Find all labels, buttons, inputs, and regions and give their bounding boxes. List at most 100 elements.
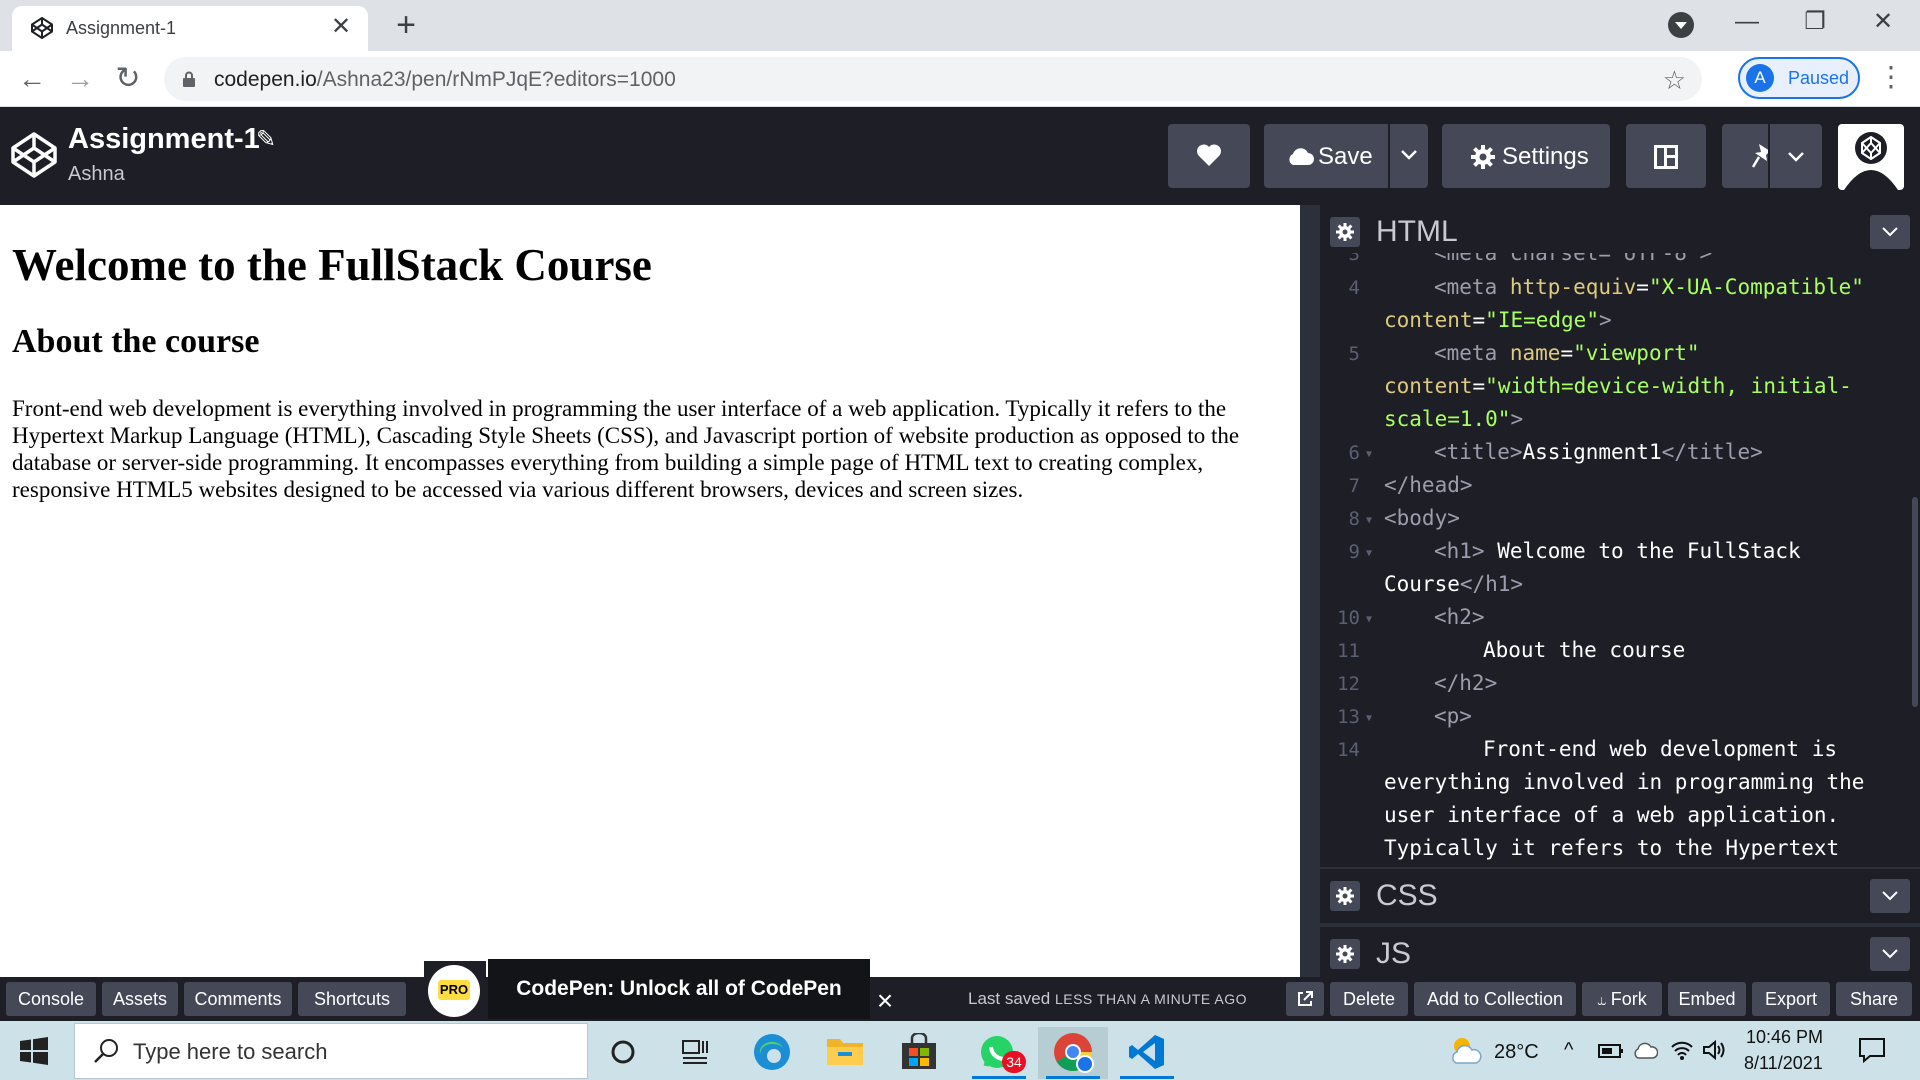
restore-icon[interactable]: ❐ (1782, 0, 1848, 46)
html-code-editor[interactable]: 3 <meta charset="UTF-8"> 4 <meta http-eq… (1320, 253, 1920, 867)
profile-button[interactable]: A Paused (1738, 57, 1860, 99)
comments-button[interactable]: Comments (184, 982, 292, 1016)
share-button[interactable]: Share (1836, 982, 1912, 1016)
browser-tab[interactable]: Assignment-1 ✕ (12, 6, 368, 51)
add-to-collection-button[interactable]: Add to Collection (1414, 982, 1576, 1016)
save-options-button[interactable] (1390, 124, 1428, 188)
html-collapse-button[interactable] (1870, 215, 1910, 249)
tab-search-icon[interactable] (1668, 12, 1694, 38)
fold-arrow-icon[interactable]: ▼ (1366, 614, 1372, 625)
save-button[interactable]: Save (1264, 124, 1388, 188)
new-tab-icon[interactable]: + (388, 8, 424, 44)
delete-button[interactable]: Delete (1330, 982, 1408, 1016)
js-settings-button[interactable] (1330, 939, 1360, 969)
file-explorer-icon[interactable] (810, 1027, 880, 1079)
microsoft-store-icon[interactable] (884, 1027, 954, 1079)
codepen-avatar-icon (1844, 132, 1898, 190)
close-window-icon[interactable]: ✕ (1850, 0, 1916, 46)
code-line: content="width=device-width, initial- (1384, 374, 1852, 398)
last-saved-status: Last saved LESS THAN A MINUTE AGO (968, 989, 1247, 1008)
open-external-button[interactable] (1286, 982, 1324, 1016)
code-line: <body> (1384, 506, 1460, 530)
search-placeholder: Type here to search (133, 1039, 328, 1064)
reload-icon[interactable]: ↻ (108, 59, 148, 99)
clock-date[interactable]: 8/11/2021 (1744, 1053, 1823, 1074)
console-button[interactable]: Console (6, 982, 96, 1016)
change-view-button[interactable] (1626, 124, 1706, 188)
vscode-icon[interactable] (1112, 1027, 1182, 1079)
css-settings-button[interactable] (1330, 881, 1360, 911)
minimize-icon[interactable]: — (1714, 0, 1780, 46)
taskbar-search-box[interactable]: Type here to search (74, 1023, 588, 1079)
pro-badge[interactable]: PRO (424, 961, 486, 1021)
codepen-logo-icon[interactable] (10, 131, 58, 179)
chevron-down-icon (1788, 152, 1804, 162)
editor-scrollbar[interactable] (1912, 497, 1918, 707)
tab-close-icon[interactable]: ✕ (326, 12, 356, 42)
layout-icon (1654, 145, 1678, 169)
codepen-header: Assignment-1 ✎ Ashna Save Settings (0, 107, 1920, 205)
onedrive-cloud-icon[interactable] (1632, 1041, 1658, 1059)
js-collapse-button[interactable] (1870, 937, 1910, 971)
task-view-icon[interactable] (660, 1027, 730, 1079)
user-avatar[interactable] (1838, 124, 1904, 190)
promo-close-icon[interactable]: × (870, 977, 900, 1021)
edge-browser-icon[interactable] (736, 1027, 806, 1079)
gear-icon (1336, 945, 1354, 963)
edit-pencil-icon[interactable]: ✎ (256, 125, 276, 154)
cortana-icon[interactable] (588, 1027, 658, 1079)
volume-icon[interactable] (1702, 1039, 1726, 1061)
temperature[interactable]: 28°C (1494, 1041, 1539, 1064)
cloud-icon (1289, 148, 1314, 165)
code-line: Course</h1> (1384, 572, 1524, 596)
html-editor-header[interactable]: HTML (1320, 205, 1920, 259)
code-line: About the course (1483, 638, 1686, 662)
pen-author[interactable]: Ashna (68, 163, 125, 186)
css-editor-header[interactable]: CSS (1320, 869, 1920, 923)
wifi-icon[interactable] (1670, 1039, 1694, 1061)
pin-options-button[interactable] (1768, 124, 1822, 188)
export-button[interactable]: Export (1752, 982, 1830, 1016)
bookmark-star-icon[interactable]: ☆ (1663, 65, 1686, 96)
shortcuts-button[interactable]: Shortcuts (298, 982, 406, 1016)
profile-avatar: A (1746, 64, 1774, 92)
fold-arrow-icon[interactable]: ▼ (1366, 548, 1372, 559)
fork-label: Fork (1610, 989, 1647, 1009)
promo-banner[interactable]: CodePen: Unlock all of CodePen (488, 959, 870, 1019)
lock-icon (183, 71, 195, 87)
forward-icon[interactable]: → (60, 59, 100, 99)
whatsapp-icon[interactable]: 34 (964, 1027, 1034, 1079)
url-text: codepen.io/Ashna23/pen/rNmPJqE?editors=1… (214, 68, 676, 91)
embed-button[interactable]: Embed (1668, 982, 1746, 1016)
fork-button[interactable]: ⥿ Fork (1582, 982, 1662, 1016)
preview-paragraph: Front-end web development is everything … (12, 396, 1240, 502)
fold-arrow-icon[interactable]: ▼ (1366, 449, 1372, 460)
chevron-down-icon (1401, 150, 1417, 160)
html-settings-button[interactable] (1330, 217, 1360, 247)
settings-button[interactable]: Settings (1442, 124, 1610, 188)
html-editor-title: HTML (1376, 215, 1458, 248)
preview-subheading: About the course (12, 323, 260, 360)
fold-arrow-icon[interactable]: ▼ (1366, 713, 1372, 724)
js-editor-header[interactable]: JS (1320, 927, 1920, 977)
show-hidden-icons-chevron-icon[interactable]: ^ (1564, 1039, 1573, 1062)
gear-icon (1336, 887, 1354, 905)
css-collapse-button[interactable] (1870, 879, 1910, 913)
pen-title[interactable]: Assignment-1 (68, 123, 260, 156)
pane-resizer[interactable] (1300, 205, 1320, 977)
address-bar[interactable]: codepen.io/Ashna23/pen/rNmPJqE?editors=1… (164, 57, 1702, 101)
love-button[interactable] (1168, 124, 1250, 188)
clock-time[interactable]: 10:46 PM (1746, 1027, 1823, 1048)
chrome-icon[interactable] (1038, 1027, 1108, 1079)
preview-heading: Welcome to the FullStack Course (12, 240, 652, 290)
fold-arrow-icon[interactable]: ▼ (1366, 515, 1372, 526)
windows-start-icon[interactable] (20, 1037, 48, 1065)
battery-icon[interactable] (1598, 1043, 1624, 1059)
running-indicator (1120, 1076, 1174, 1079)
code-line: <meta charset="UTF-8"> (1434, 253, 1713, 265)
browser-menu-icon[interactable]: ⋮ (1876, 61, 1906, 97)
back-icon[interactable]: ← (12, 59, 52, 99)
assets-button[interactable]: Assets (102, 982, 178, 1016)
notifications-icon[interactable] (1858, 1037, 1886, 1063)
weather-icon[interactable] (1448, 1035, 1484, 1065)
